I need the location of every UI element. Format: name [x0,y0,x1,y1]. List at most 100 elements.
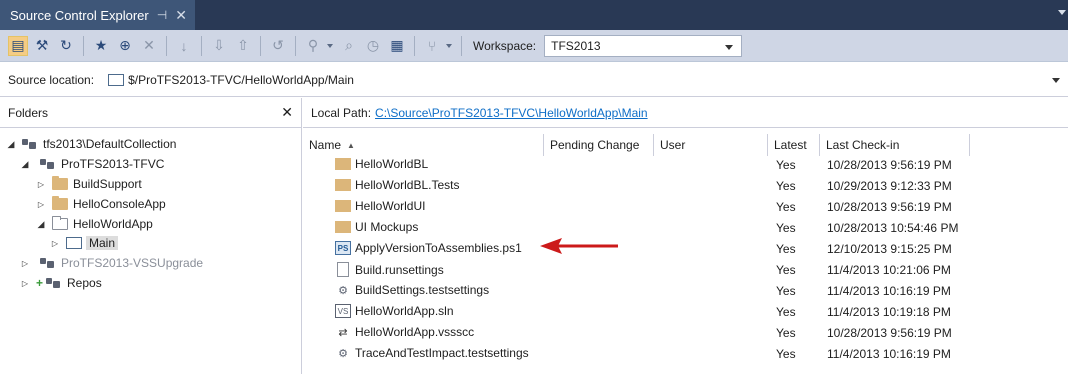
column-header-last-checkin[interactable]: Last Check-in [820,134,970,156]
file-latest: Yes [776,347,796,361]
workspace-dropdown[interactable]: TFS2013 [544,34,743,57]
tree-item-label: tfs2013\DefaultCollection [43,137,177,151]
refresh-icon[interactable]: ↻ [56,36,76,56]
tree-item-project[interactable]: ▷ + Repos [20,273,102,293]
folder-icon [335,200,351,212]
column-name-label: Name [309,138,342,152]
toolbar: ▤ ⚒ ↻ ★ ⊕ ✕ ↓ ⇩ ⇧ ↺ ⚲ ⌕ ◷ ▦ ⑂ Workspace:… [0,30,1068,62]
get-latest-icon[interactable]: ↓ [174,36,194,56]
delete-icon[interactable]: ✕ [139,36,159,56]
team-project-icon [40,158,56,170]
file-last-checkin: 10/28/2013 10:54:46 PM [827,221,959,235]
close-icon[interactable]: ✕ [281,104,293,121]
powershell-file-icon: PS [335,241,351,255]
close-tab-icon[interactable]: ✕ [175,7,187,24]
file-row[interactable]: HelloWorldBL.Tests Yes 10/29/2013 9:12:3… [303,175,1068,196]
file-last-checkin: 10/29/2013 9:12:33 PM [827,179,952,193]
collapse-icon[interactable]: ◢ [36,219,46,230]
title-bar: Source Control Explorer ⊣ ✕ [0,0,1068,30]
file-row[interactable]: HelloWorldBL Yes 10/28/2013 9:56:19 PM [303,154,1068,175]
undo-icon[interactable]: ↺ [268,36,288,56]
history-icon[interactable]: ◷ [363,36,383,56]
file-name: HelloWorldBL.Tests [355,178,460,192]
tree-item-branch[interactable]: ▷ Main [50,233,119,253]
file-name: BuildSettings.testsettings [355,283,490,297]
branch-dropdown-icon[interactable] [446,43,452,48]
file-name: HelloWorldApp.vssscc [355,325,475,339]
folder-icon [335,158,351,170]
file-last-checkin: 10/28/2013 9:56:19 PM [827,158,952,172]
team-project-icon [46,277,62,289]
check-out-icon[interactable]: ⇩ [209,36,229,56]
file-row[interactable]: UI Mockups Yes 10/28/2013 10:54:46 PM [303,217,1068,238]
file-latest: Yes [776,200,796,214]
collapse-icon[interactable]: ◢ [6,139,16,150]
file-row[interactable]: HelloWorldUI Yes 10/28/2013 9:56:19 PM [303,196,1068,217]
file-name: Build.runsettings [355,262,444,277]
find-icon[interactable]: ⌕ [339,36,359,56]
file-last-checkin: 10/28/2013 9:56:19 PM [827,200,952,214]
folder-icon [52,196,68,210]
tree-item-project[interactable]: ◢ ProTFS2013-TFVC [20,154,165,174]
branch-icon[interactable]: ⑂ [422,36,442,56]
column-user-label: User [660,138,686,152]
tree-item-label: BuildSupport [73,177,142,191]
column-header-pending-change[interactable]: Pending Change [544,134,654,156]
local-path-link[interactable]: C:\Source\ProTFS2013-TFVC\HelloWorldApp\… [375,106,648,120]
folder-icon [335,179,351,191]
source-location-label: Source location: [8,72,95,87]
file-name: ApplyVersionToAssemblies.ps1 [355,241,522,255]
expand-icon[interactable]: ▷ [50,239,60,248]
file-latest: Yes [776,284,796,298]
tree-item-collection[interactable]: ◢ tfs2013\DefaultCollection [6,134,177,154]
file-row[interactable]: ⇄ HelloWorldApp.vssscc Yes 10/28/2013 9:5… [303,322,1068,343]
new-folder-icon[interactable]: ★ [91,36,111,56]
check-in-icon[interactable]: ⇧ [233,36,253,56]
file-name: HelloWorldUI [355,199,426,213]
tree-item-label: ProTFS2013-VSSUpgrade [61,256,204,270]
testsettings-icon: ⚙ [338,284,348,297]
tree-item-folder[interactable]: ▷ BuildSupport [36,174,142,194]
tree-item-label: HelloWorldApp [73,217,153,231]
testsettings-icon: ⚙ [338,347,348,360]
expand-icon[interactable]: ▷ [36,200,46,209]
compare-icon[interactable]: ⚲ [303,36,323,56]
expand-icon[interactable]: ▷ [20,279,30,288]
file-row[interactable]: ⚙ TraceAndTestImpact.testsettings Yes 11/… [303,343,1068,364]
add-items-icon[interactable]: ⊕ [115,36,135,56]
tree-item-folder[interactable]: ▷ HelloConsoleApp [36,194,166,214]
annotate-icon[interactable]: ▦ [387,36,407,56]
compare-dropdown-icon[interactable] [327,43,333,48]
column-header-latest[interactable]: Latest [768,134,820,156]
file-latest: Yes [776,242,796,256]
file-row[interactable]: Build.runsettings Yes 11/4/2013 10:21:06… [303,259,1068,280]
document-tab[interactable]: Source Control Explorer ⊣ ✕ [0,0,195,30]
collapse-icon[interactable]: ◢ [20,159,30,170]
tree-item-folder[interactable]: ◢ HelloWorldApp [36,214,153,234]
file-name: HelloWorldBL [355,157,429,171]
tree-item-label: ProTFS2013-TFVC [61,157,165,171]
pin-icon[interactable]: ⊣ [157,8,167,22]
source-location-path[interactable]: $/ProTFS2013-TFVC/HelloWorldApp/Main [128,73,354,87]
file-row[interactable]: PS ApplyVersionToAssemblies.ps1 Yes 12/10… [303,238,1068,259]
file-row[interactable]: VS HelloWorldApp.sln Yes 11/4/2013 10:19:… [303,301,1068,322]
source-location-dropdown-icon[interactable] [1052,78,1060,83]
workspace-settings-icon[interactable]: ⚒ [32,36,52,56]
column-header-name[interactable]: Name ▲ [303,134,544,156]
expand-icon[interactable]: ▷ [36,180,46,189]
window-menu-arrow-icon[interactable] [1058,10,1066,15]
folders-toggle-icon[interactable]: ▤ [8,35,28,56]
expand-icon[interactable]: ▷ [20,259,30,268]
branch-icon [66,237,82,249]
file-row[interactable]: ⚙ BuildSettings.testsettings Yes 11/4/201… [303,280,1068,301]
source-location-bar: Source location: $/ProTFS2013-TFVC/Hello… [0,63,1068,97]
workspace-label: Workspace: [473,38,537,53]
column-header-user[interactable]: User [654,134,768,156]
tab-title: Source Control Explorer [10,7,149,23]
branch-folder-icon [108,73,125,86]
file-name: TraceAndTestImpact.testsettings [355,346,529,360]
toolbar-separator [414,35,415,56]
tree-item-project[interactable]: ▷ ProTFS2013-VSSUpgrade [20,253,203,273]
file-last-checkin: 11/4/2013 10:19:18 PM [827,305,951,319]
workspace-value: TFS2013 [551,38,601,53]
